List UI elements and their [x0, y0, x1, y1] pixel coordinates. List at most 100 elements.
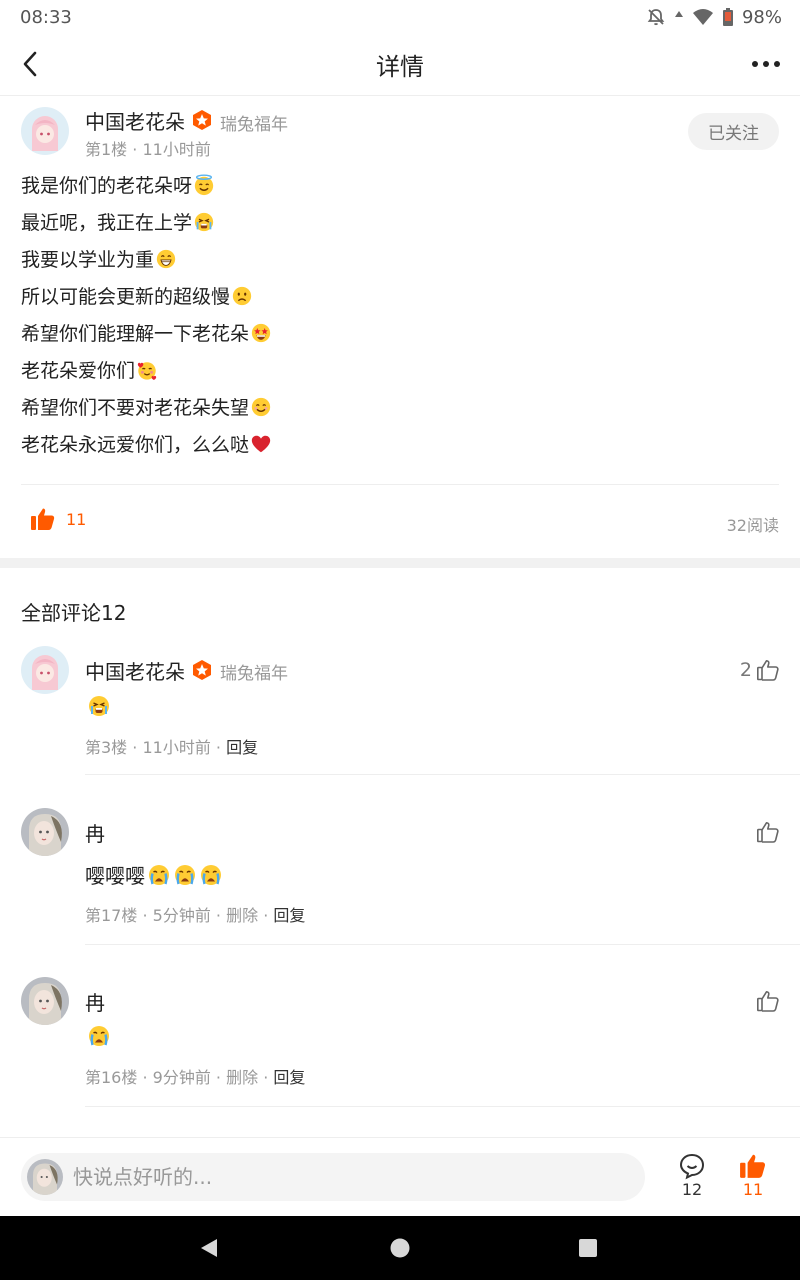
- comment-item: 冉 嘤嘤嘤 第17楼 · 5分钟前 · 删除 · 回复: [0, 808, 800, 946]
- author-badge: 瑞兔福年: [220, 115, 288, 135]
- grin-emoji-icon: [156, 249, 176, 268]
- comment-like-button[interactable]: 2: [740, 658, 780, 682]
- content-line: 所以可能会更新的超级慢: [21, 277, 272, 314]
- top-nav-bar: 详情: [0, 34, 800, 96]
- content-text: 所以可能会更新的超级慢: [21, 286, 231, 308]
- frown-emoji-icon: [232, 286, 252, 305]
- content-text: 老花朵永远爱你们，么么哒: [21, 434, 250, 456]
- reply-button[interactable]: 回复: [226, 738, 258, 757]
- status-icons: 98%: [646, 7, 782, 28]
- divider: [85, 944, 800, 945]
- avatar[interactable]: [21, 107, 69, 155]
- comment-like-button[interactable]: [756, 820, 780, 844]
- follow-button[interactable]: 已关注: [688, 113, 779, 150]
- content-text: 我要以学业为重: [21, 249, 155, 271]
- reply-button[interactable]: 回复: [273, 906, 305, 925]
- badge-icon: [193, 660, 211, 680]
- more-dots-icon: [752, 61, 780, 67]
- comment-like-button[interactable]: [756, 989, 780, 1013]
- post-read-count: 32阅读: [726, 516, 779, 535]
- reply-button[interactable]: 回复: [273, 1068, 305, 1087]
- wifi-icon: [692, 9, 713, 25]
- comments-header: 全部评论12: [21, 601, 127, 625]
- content-line: 希望你们不要对老花朵失望: [21, 388, 272, 425]
- comments-button[interactable]: 12: [667, 1152, 717, 1199]
- thumbs-up-outline-icon: [756, 822, 779, 843]
- delete-button[interactable]: 删除: [226, 906, 258, 925]
- post-meta: 第1楼 · 11小时前: [85, 136, 211, 160]
- system-home-button[interactable]: [384, 1232, 416, 1264]
- system-back-button[interactable]: [193, 1232, 225, 1264]
- comment-item: 中国老花朵 瑞兔福年 第3楼 · 11小时前 · 回复 2: [0, 646, 800, 776]
- comment-meta: 第17楼 · 5分钟前 · 删除 · 回复: [85, 906, 306, 925]
- circle-home-icon: [390, 1238, 410, 1258]
- author-name[interactable]: 中国老花朵: [85, 106, 185, 135]
- like-count: 11: [742, 1180, 764, 1199]
- comment-floor: 第3楼: [85, 738, 128, 757]
- portrait-avatar-icon: [21, 808, 69, 856]
- content-line: 老花朵永远爱你们，么么哒: [21, 425, 272, 462]
- divider: [85, 1106, 800, 1107]
- anime-girl-avatar-icon: [21, 107, 69, 155]
- notifications-off-icon: [647, 9, 665, 26]
- crying-emoji-icon: [149, 864, 169, 885]
- thumbs-up-outline-icon: [756, 660, 779, 681]
- delete-button[interactable]: 删除: [226, 1068, 258, 1087]
- crying-emoji-icon: [175, 864, 195, 885]
- like-button[interactable]: 11: [728, 1152, 778, 1199]
- status-time: 08:33: [20, 6, 72, 28]
- main-post: 中国老花朵 瑞兔福年 第1楼 · 11小时前 已关注 我是你们的老花朵呀 最近呢…: [0, 96, 800, 558]
- triangle-back-icon: [201, 1239, 217, 1257]
- anime-girl-avatar-icon: [21, 646, 69, 694]
- content-text: 老花朵爱你们: [21, 360, 136, 382]
- comment-count: 12: [681, 1180, 703, 1199]
- page-title: 详情: [376, 53, 424, 81]
- comment-input[interactable]: [73, 1165, 613, 1189]
- post-like-count: 11: [66, 509, 87, 529]
- comment-meta: 第3楼 · 11小时前 · 回复: [85, 738, 259, 757]
- content-line: 老花朵爱你们: [21, 351, 272, 388]
- comment-floor: 第16楼: [85, 1068, 138, 1087]
- comment-author[interactable]: 冉: [85, 818, 105, 847]
- hearts-face-emoji-icon: [137, 361, 157, 380]
- smile-emoji-icon: [251, 397, 271, 416]
- system-recents-button[interactable]: [572, 1232, 604, 1264]
- post-like-button[interactable]: 11: [30, 506, 86, 532]
- avatar[interactable]: [21, 808, 69, 856]
- thumbs-up-filled-icon: [740, 1154, 766, 1178]
- content-text: 最近呢，我正在上学: [21, 212, 193, 234]
- post-time: 11小时前: [142, 140, 211, 159]
- divider: [21, 484, 779, 485]
- badge-icon: [193, 110, 211, 130]
- status-bar: 08:33 98%: [0, 0, 800, 34]
- crying-loud-emoji-icon: [89, 696, 109, 716]
- meta-separator: ·: [127, 140, 143, 159]
- comment-author[interactable]: 冉: [85, 987, 105, 1016]
- comment-content: 嘤嘤嘤: [85, 860, 223, 889]
- section-divider: [0, 558, 800, 568]
- crying-loud-emoji-icon: [194, 212, 214, 231]
- star-eyes-emoji-icon: [251, 323, 271, 342]
- avatar: [27, 1159, 63, 1195]
- comment-meta: 第16楼 · 9分钟前 · 删除 · 回复: [85, 1068, 306, 1087]
- system-nav-bar: [0, 1216, 800, 1280]
- back-button[interactable]: [14, 48, 46, 80]
- avatar[interactable]: [21, 646, 69, 694]
- back-arrow-icon: [23, 51, 37, 77]
- more-button[interactable]: [746, 48, 786, 80]
- post-content: 我是你们的老花朵呀 最近呢，我正在上学 我要以学业为重 所以可能会更新的超级慢 …: [21, 166, 272, 462]
- comment-input-box[interactable]: [21, 1153, 645, 1201]
- comment-floor: 第17楼: [85, 906, 138, 925]
- avatar[interactable]: [21, 977, 69, 1025]
- divider: [85, 774, 800, 775]
- post-floor: 第1楼: [85, 140, 128, 159]
- content-line: 希望你们能理解一下老花朵: [21, 314, 272, 351]
- portrait-avatar-icon: [27, 1159, 63, 1195]
- bottom-action-bar: 12 11: [0, 1137, 800, 1216]
- author-badge: 瑞兔福年: [220, 664, 288, 684]
- comment-item: 冉 第16楼 · 9分钟前 · 删除 · 回复: [0, 977, 800, 1109]
- portrait-avatar-icon: [21, 977, 69, 1025]
- content-line: 我要以学业为重: [21, 240, 272, 277]
- content-text: 我是你们的老花朵呀: [21, 175, 193, 197]
- comment-author[interactable]: 中国老花朵: [85, 656, 185, 685]
